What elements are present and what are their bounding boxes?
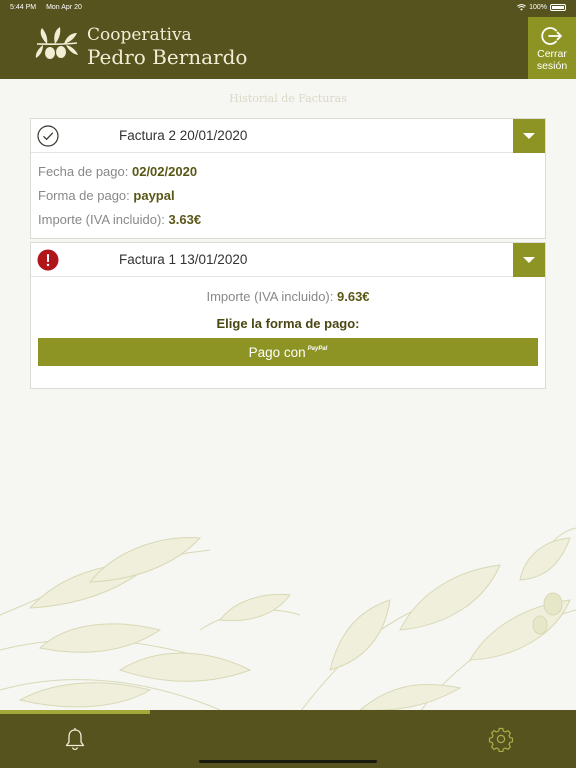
amount-row: Importe (IVA incluido): 9.63€ (31, 289, 545, 304)
notifications-tab[interactable] (60, 724, 90, 754)
amount-value: 3.63€ (168, 212, 202, 227)
invoice-details: Fecha de pago: 02/02/2020 Forma de pago:… (31, 153, 545, 239)
invoice-card: Factura 1 13/01/2020 Importe (IVA inclui… (30, 242, 546, 389)
amount-row: Importe (IVA incluido): 3.63€ (38, 208, 538, 232)
logout-icon (541, 27, 562, 45)
invoice-title: Factura 2 20/01/2020 (119, 128, 248, 143)
expand-toggle-button[interactable] (513, 119, 545, 153)
caret-down-icon (523, 257, 535, 263)
payment-method-label: Forma de pago: (38, 188, 130, 203)
paypal-logo: PayPal (307, 346, 328, 352)
home-indicator (199, 760, 377, 763)
exclamation-circle-icon (37, 249, 59, 271)
settings-tab[interactable] (486, 724, 516, 754)
caret-down-icon (523, 133, 535, 139)
page-title: Historial de Facturas (229, 92, 347, 105)
pay-button-label: Pago con (248, 344, 306, 360)
amount-label: Importe (IVA incluido): (38, 212, 165, 227)
logout-label-1: Cerrar (537, 48, 567, 60)
invoice-header[interactable]: Factura 1 13/01/2020 (31, 243, 545, 277)
brand-line-1: Cooperativa (87, 25, 192, 45)
payment-date-label: Fecha de pago: (38, 164, 129, 179)
app-header: Cooperativa Pedro Bernardo Cerrar sesión (0, 14, 576, 79)
brand-line-2: Pedro Bernardo (87, 45, 248, 69)
olive-leaves-background (0, 527, 576, 712)
invoice-title: Factura 1 13/01/2020 (119, 252, 248, 267)
payment-date-value: 02/02/2020 (131, 164, 198, 179)
gear-icon (488, 727, 514, 752)
amount-value: 9.63€ (337, 289, 370, 304)
logout-label-2: sesión (536, 60, 568, 72)
status-date: Mon Apr 20 (46, 3, 82, 11)
expand-toggle-button[interactable] (513, 243, 545, 277)
status-bar: 5:44 PM Mon Apr 20 100% (0, 0, 576, 14)
payment-date-row: Fecha de pago: 02/02/2020 (38, 160, 538, 184)
brand-name: Cooperativa Pedro Bernardo (87, 24, 247, 68)
status-time: 5:44 PM (10, 3, 37, 11)
check-circle-icon (37, 125, 59, 147)
pay-with-paypal-button[interactable]: Pago con PayPal (38, 338, 538, 366)
logout-button[interactable]: Cerrar sesión (528, 17, 576, 79)
choose-payment-label: Elige la forma de pago: (216, 316, 360, 331)
payment-method-row: Forma de pago: paypal (38, 184, 538, 208)
battery-icon (550, 3, 566, 11)
battery-percent: 100% (529, 3, 547, 11)
invoice-card: Factura 2 20/01/2020 Fecha de pago: 02/0… (30, 118, 546, 239)
payment-method-value: paypal (133, 188, 175, 203)
amount-label: Importe (IVA incluido): (206, 289, 334, 304)
wifi-icon (517, 3, 527, 11)
olive-branch-logo-icon (35, 27, 78, 59)
invoice-header[interactable]: Factura 2 20/01/2020 (31, 119, 545, 153)
invoice-payment-panel: Importe (IVA incluido): 9.63€ Elige la f… (31, 277, 545, 366)
bell-icon (65, 728, 85, 751)
